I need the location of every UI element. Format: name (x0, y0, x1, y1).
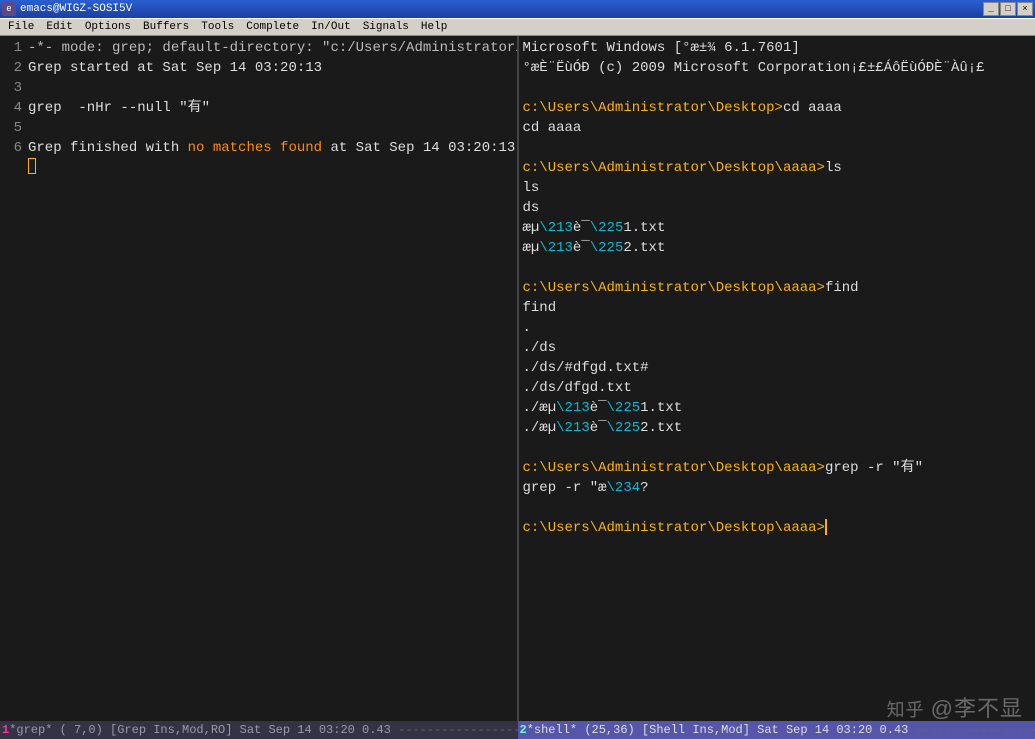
window-title: emacs@WIGZ-SOSI5V (20, 3, 132, 15)
grep-command: grep -nHr --null "有" (28, 98, 210, 118)
modeline-left[interactable]: 1*grep* ( 7,0) [Grep Ins,Mod,RO] Sat Sep… (0, 721, 518, 739)
close-button[interactable]: × (1017, 2, 1033, 16)
no-matches: no matches found (188, 140, 322, 156)
grep-header: -*- mode: grep; default-directory: "c:/U… (28, 38, 519, 58)
menu-signals[interactable]: Signals (357, 21, 415, 33)
cursor-icon (825, 519, 827, 535)
find-output: ./ds/#dfgd.txt# (523, 358, 649, 378)
shell-prompt: c:\Users\Administrator\Desktop\aaaa>grep… (523, 458, 923, 478)
ls-output: æµ\213è¯\2252.txt (523, 238, 666, 258)
line-number: 5 (4, 118, 22, 138)
modeline-right[interactable]: 2*shell* (25,36) [Shell Ins,Mod] Sat Sep… (518, 721, 1035, 739)
menu-options[interactable]: Options (79, 21, 137, 33)
line-number: 4 (4, 98, 22, 118)
line-number: 1 (4, 38, 22, 58)
ls-output: ls (523, 178, 540, 198)
line-number: 2 (4, 58, 22, 78)
find-output: ./æµ\213è¯\2252.txt (523, 418, 683, 438)
shell-prompt: c:\Users\Administrator\Desktop\aaaa> (523, 518, 827, 538)
win-version: Microsoft Windows [°æ±¾ 6.1.7601] (523, 38, 800, 58)
menu-bar: File Edit Options Buffers Tools Complete… (0, 18, 1035, 36)
editor-area: 1 -*- mode: grep; default-directory: "c:/… (0, 36, 1035, 721)
menu-edit[interactable]: Edit (40, 21, 78, 33)
line-number: 6 (4, 138, 22, 158)
ls-output: ds (523, 198, 540, 218)
line-number: 3 (4, 78, 22, 98)
ls-output: æµ\213è¯\2251.txt (523, 218, 666, 238)
grep-output: grep -r "æ\234? (523, 478, 649, 498)
menu-help[interactable]: Help (415, 21, 453, 33)
cursor-icon (28, 158, 36, 174)
grep-start: Grep started at Sat Sep 14 03:20:13 (28, 58, 322, 78)
grep-finish: Grep finished with no matches found at S… (28, 138, 515, 158)
minimize-button[interactable]: _ (983, 2, 999, 16)
menu-file[interactable]: File (2, 21, 40, 33)
shell-prompt: c:\Users\Administrator\Desktop\aaaa>find (523, 278, 859, 298)
maximize-button[interactable]: □ (1000, 2, 1016, 16)
grep-pane[interactable]: 1 -*- mode: grep; default-directory: "c:/… (0, 36, 519, 721)
shell-pane[interactable]: Microsoft Windows [°æ±¾ 6.1.7601] °æÈ¨Ëù… (519, 36, 1035, 721)
app-icon: e (2, 2, 16, 16)
menu-complete[interactable]: Complete (240, 21, 305, 33)
win-copyright: °æÈ¨ËùÓÐ (c) 2009 Microsoft Corporation¡… (523, 58, 985, 78)
menu-tools[interactable]: Tools (195, 21, 240, 33)
menu-inout[interactable]: In/Out (305, 21, 357, 33)
find-output: ./ds (523, 338, 557, 358)
shell-prompt: c:\Users\Administrator\Desktop\aaaa>ls (523, 158, 842, 178)
find-output: find (523, 298, 557, 318)
shell-prompt: c:\Users\Administrator\Desktop>cd aaaa (523, 98, 842, 118)
mode-line: 1*grep* ( 7,0) [Grep Ins,Mod,RO] Sat Sep… (0, 721, 1035, 739)
find-output: . (523, 318, 531, 338)
menu-buffers[interactable]: Buffers (137, 21, 195, 33)
window-titlebar: e emacs@WIGZ-SOSI5V _ □ × (0, 0, 1035, 18)
shell-echo: cd aaaa (523, 118, 582, 138)
find-output: ./ds/dfgd.txt (523, 378, 632, 398)
find-output: ./æµ\213è¯\2251.txt (523, 398, 683, 418)
